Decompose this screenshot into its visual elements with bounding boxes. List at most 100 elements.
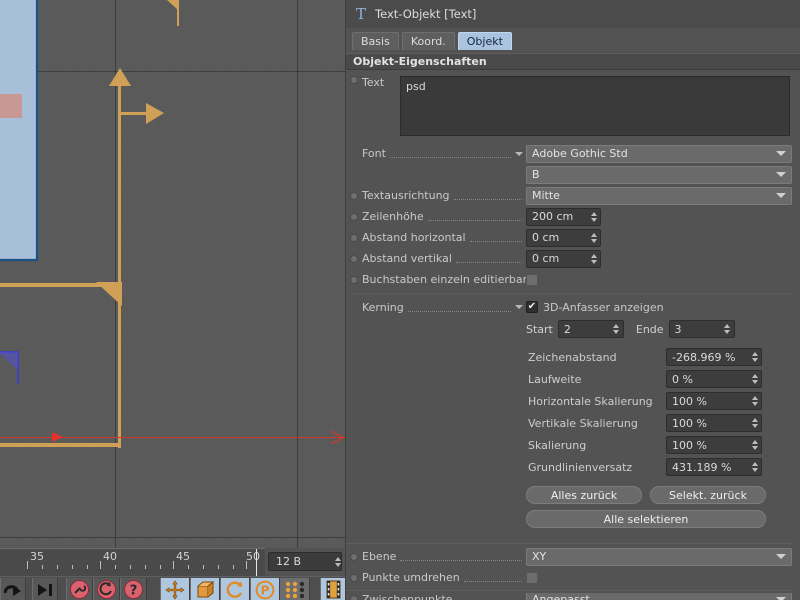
gizmo-y-arrowhead[interactable] xyxy=(109,68,131,88)
leader-dots xyxy=(455,254,522,263)
label-per-letter: Buchstaben einzeln editierbar xyxy=(362,273,526,286)
reset-all-button[interactable]: Alles zurück xyxy=(526,486,642,504)
ruler-tick xyxy=(87,565,88,569)
reset-selected-button[interactable]: Selekt. zurück xyxy=(650,486,766,504)
chevron-down-icon[interactable] xyxy=(776,596,786,600)
animate-dot-alignment[interactable] xyxy=(350,191,358,200)
scale-input[interactable]: 100 % xyxy=(666,436,762,454)
handles-checkbox[interactable]: ✔ xyxy=(526,301,538,313)
selected-point-highlight xyxy=(0,94,22,118)
baseline-shift-stepper[interactable] xyxy=(751,461,758,473)
animate-dot-reverse[interactable] xyxy=(350,573,358,582)
line-height-stepper[interactable] xyxy=(590,211,597,223)
line-height-input[interactable]: 200 cm xyxy=(526,207,601,226)
gizmo-corner-handle-blue[interactable] xyxy=(0,350,24,390)
label-scale: Skalierung xyxy=(528,438,587,452)
animate-dot-per-letter[interactable] xyxy=(350,275,358,284)
record-keyframe-icon[interactable] xyxy=(66,578,93,600)
tab-basis[interactable]: Basis xyxy=(352,32,399,50)
row-v-spacing: Abstand vertikal 0 cm xyxy=(350,248,792,269)
divider xyxy=(346,543,792,544)
start-stepper[interactable] xyxy=(613,323,620,335)
text-spline-glyph[interactable] xyxy=(0,0,97,285)
leader-dots xyxy=(427,212,522,221)
v-scale-value: 100 % xyxy=(672,416,707,430)
alignment-dropdown[interactable]: Mitte xyxy=(526,186,792,205)
playhead[interactable] xyxy=(256,549,257,576)
world-x-axis-arrow xyxy=(52,432,63,442)
chevron-down-icon[interactable] xyxy=(776,172,786,177)
tracking-input[interactable]: 0 % xyxy=(666,370,762,388)
autokey-icon[interactable] xyxy=(93,578,120,600)
baseline-shift-input[interactable]: 431.189 % xyxy=(666,458,762,476)
gizmo-band-bottom[interactable] xyxy=(0,443,120,447)
label-h-spacing: Abstand horizontal xyxy=(362,231,466,244)
animate-dot-text[interactable] xyxy=(350,76,358,84)
tracking-stepper[interactable] xyxy=(751,373,758,385)
v-spacing-stepper[interactable] xyxy=(590,253,597,265)
timeline-ruler[interactable]: 35 40 45 50 xyxy=(0,548,265,576)
frame-stepper[interactable] xyxy=(334,556,341,568)
ruler-tick xyxy=(233,565,234,569)
animate-dot-v-spacing[interactable] xyxy=(350,254,358,263)
animate-dot-line-height[interactable] xyxy=(350,212,358,221)
text-object-icon: T xyxy=(355,5,366,23)
animate-dot-plane[interactable] xyxy=(350,552,358,561)
ruler-tick xyxy=(160,565,161,569)
per-letter-checkbox[interactable] xyxy=(526,273,538,286)
position-track-icon[interactable] xyxy=(160,578,190,600)
object-title: Text-Objekt [Text] xyxy=(375,7,477,21)
chevron-down-icon[interactable] xyxy=(515,305,523,309)
gizmo-x-arrowhead[interactable] xyxy=(146,103,166,124)
scale-track-icon[interactable] xyxy=(190,578,220,600)
reverse-points-checkbox[interactable] xyxy=(526,571,538,584)
end-stepper[interactable] xyxy=(724,323,731,335)
plane-dropdown[interactable]: XY xyxy=(526,547,792,566)
label-line-height: Zeilenhöhe xyxy=(362,210,424,223)
end-input[interactable]: 3 xyxy=(668,320,735,338)
plane-value: XY xyxy=(532,550,547,563)
goto-end-icon[interactable] xyxy=(32,578,58,600)
animate-dot-interpolation[interactable] xyxy=(350,595,358,600)
gizmo-corner-arrow[interactable] xyxy=(96,280,124,310)
text-input[interactable]: psd xyxy=(400,76,790,136)
char-spacing-input[interactable]: -268.969 % xyxy=(666,348,762,366)
start-input[interactable]: 2 xyxy=(557,320,624,338)
label-reverse-points: Punkte umdrehen xyxy=(362,571,460,584)
scale-stepper[interactable] xyxy=(751,439,758,451)
tab-koord[interactable]: Koord. xyxy=(401,32,455,50)
ruler-tick xyxy=(27,561,28,569)
h-spacing-stepper[interactable] xyxy=(590,232,597,244)
chevron-down-icon[interactable] xyxy=(776,554,786,559)
current-frame-field[interactable]: 12 B xyxy=(268,552,342,571)
tab-objekt[interactable]: Objekt xyxy=(457,32,512,50)
interpolation-dropdown[interactable]: Angepasst xyxy=(526,593,792,600)
v-scale-input[interactable]: 100 % xyxy=(666,414,762,432)
label-end: Ende xyxy=(635,322,664,336)
font-style-dropdown[interactable]: B xyxy=(526,165,792,184)
animate-dot-h-spacing[interactable] xyxy=(350,233,358,242)
parameter-track-icon[interactable]: P xyxy=(250,578,280,600)
gizmo-corner-handle-top[interactable] xyxy=(148,0,196,28)
chevron-down-icon[interactable] xyxy=(776,151,786,156)
perspective-viewport[interactable] xyxy=(0,0,345,548)
font-dropdown[interactable]: Adobe Gothic Std xyxy=(526,144,792,163)
v-spacing-input[interactable]: 0 cm xyxy=(526,249,601,268)
h-scale-stepper[interactable] xyxy=(751,395,758,407)
char-spacing-stepper[interactable] xyxy=(751,351,758,363)
film-strip-icon[interactable] xyxy=(320,578,346,600)
h-spacing-input[interactable]: 0 cm xyxy=(526,228,601,247)
chevron-down-icon[interactable] xyxy=(515,151,523,156)
pla-track-icon[interactable] xyxy=(280,578,310,600)
v-scale-stepper[interactable] xyxy=(751,417,758,429)
select-all-button[interactable]: Alle selektieren xyxy=(526,510,766,528)
ruler-tick xyxy=(57,565,58,569)
gizmo-y-axis[interactable] xyxy=(118,78,121,448)
h-scale-input[interactable]: 100 % xyxy=(666,392,762,410)
undo-arrow-icon[interactable] xyxy=(0,578,26,600)
rotation-track-icon[interactable] xyxy=(220,578,250,600)
ruler-tick xyxy=(42,565,43,569)
chevron-down-icon[interactable] xyxy=(776,193,786,198)
keyframe-selection-icon[interactable]: ? xyxy=(120,578,147,600)
attribute-manager: T Text-Objekt [Text] Basis Koord. Objekt… xyxy=(345,0,800,600)
